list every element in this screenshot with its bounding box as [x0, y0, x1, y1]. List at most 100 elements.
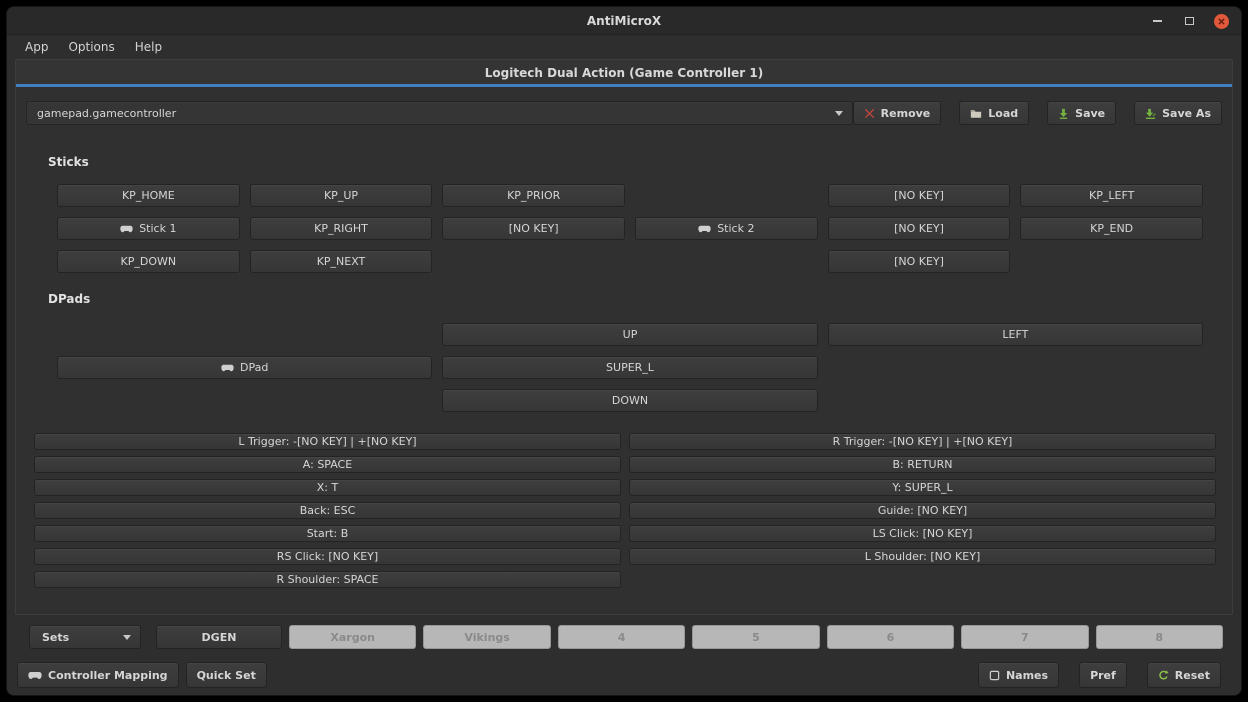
controller-mapping-button[interactable]: Controller Mapping — [17, 662, 179, 688]
stick1-down-right-button[interactable]: KP_NEXT — [250, 250, 433, 273]
gamepad-icon — [698, 225, 711, 233]
b-button[interactable]: B: RETURN — [629, 456, 1216, 473]
dpad-right-button[interactable]: SUPER_L — [442, 356, 817, 379]
dpad-label: DPad — [240, 361, 268, 374]
dpad-up-button[interactable]: UP — [442, 323, 817, 346]
set-tab-6[interactable]: 6 — [827, 625, 954, 649]
l-trigger-button[interactable]: L Trigger: -[NO KEY] | +[NO KEY] — [34, 433, 621, 450]
r-shoulder-button[interactable]: R Shoulder: SPACE — [34, 571, 621, 588]
quick-set-label: Quick Set — [197, 669, 256, 682]
set-tab-1[interactable]: DGEN — [156, 625, 282, 649]
footer-left-group: Controller Mapping Quick Set — [17, 662, 267, 688]
window-title: AntiMicroX — [7, 7, 1241, 35]
ls-click-button[interactable]: LS Click: [NO KEY] — [629, 525, 1216, 542]
profile-actions: Remove Load Save Save As — [853, 101, 1222, 125]
gamepad-icon — [28, 671, 42, 680]
stick1-right-button[interactable]: KP_RIGHT — [250, 217, 433, 240]
stick2-left-button[interactable]: [NO KEY] — [442, 217, 625, 240]
profile-row: gamepad.gamecontroller Remove Load Save — [26, 101, 1222, 125]
maximize-button[interactable] — [1177, 9, 1201, 33]
gamepad-icon — [120, 225, 133, 233]
stick2-button[interactable]: Stick 2 — [635, 217, 818, 240]
menu-help[interactable]: Help — [127, 37, 170, 57]
minimize-button[interactable] — [1145, 9, 1169, 33]
remove-button-label: Remove — [881, 107, 931, 120]
dpads-heading: DPads — [48, 292, 90, 306]
sets-row: Sets DGEN Xargon Vikings 4 5 6 7 8 — [29, 625, 1223, 649]
window-controls — [1145, 7, 1233, 35]
controller-mapping-label: Controller Mapping — [48, 669, 168, 682]
a-button[interactable]: A: SPACE — [34, 456, 621, 473]
footer-bar: Controller Mapping Quick Set Names Pref … — [17, 662, 1221, 688]
sticks-grid: KP_HOME KP_UP KP_PRIOR [NO KEY] KP_LEFT … — [57, 184, 1203, 273]
profile-select[interactable]: gamepad.gamecontroller — [26, 101, 853, 125]
stick2-right-button[interactable]: [NO KEY] — [828, 217, 1011, 240]
menu-app[interactable]: App — [17, 37, 56, 57]
y-button[interactable]: Y: SUPER_L — [629, 479, 1216, 496]
stick1-button[interactable]: Stick 1 — [57, 217, 240, 240]
set-tab-7[interactable]: 7 — [961, 625, 1088, 649]
set-tab-2[interactable]: Xargon — [289, 625, 416, 649]
menu-options[interactable]: Options — [60, 37, 122, 57]
close-button[interactable] — [1209, 9, 1233, 33]
sets-select[interactable]: Sets — [29, 625, 141, 649]
stick1-up-left-button[interactable]: KP_HOME — [57, 184, 240, 207]
save-as-button-label: Save As — [1162, 107, 1211, 120]
remove-button[interactable]: Remove — [853, 101, 942, 125]
titlebar[interactable]: AntiMicroX — [7, 7, 1241, 35]
dpad-left-button[interactable]: LEFT — [828, 323, 1203, 346]
stick2-label: Stick 2 — [717, 222, 754, 235]
set-tab-5[interactable]: 5 — [692, 625, 819, 649]
mapping-column-right: R Trigger: -[NO KEY] | +[NO KEY] B: RETU… — [629, 433, 1216, 565]
r-trigger-button[interactable]: R Trigger: -[NO KEY] | +[NO KEY] — [629, 433, 1216, 450]
guide-button[interactable]: Guide: [NO KEY] — [629, 502, 1216, 519]
menubar: App Options Help — [7, 35, 1241, 59]
pref-button[interactable]: Pref — [1079, 662, 1127, 688]
chevron-down-icon — [835, 111, 843, 116]
set-tab-3[interactable]: Vikings — [423, 625, 550, 649]
load-button-label: Load — [988, 107, 1018, 120]
gamepad-icon — [221, 364, 234, 372]
set-tab-8[interactable]: 8 — [1096, 625, 1223, 649]
stick1-up-button[interactable]: KP_UP — [250, 184, 433, 207]
dpad-down-button[interactable]: DOWN — [442, 389, 817, 412]
quick-set-button[interactable]: Quick Set — [186, 662, 267, 688]
profile-select-value: gamepad.gamecontroller — [37, 107, 176, 120]
dpad-button[interactable]: DPad — [57, 356, 432, 379]
pref-label: Pref — [1090, 669, 1116, 682]
stick2-up-button[interactable]: [NO KEY] — [828, 184, 1011, 207]
tab-controller[interactable]: Logitech Dual Action (Game Controller 1) — [16, 60, 1232, 87]
maximize-icon — [1185, 17, 1194, 25]
save-button[interactable]: Save — [1047, 101, 1116, 125]
mapping-column-left: L Trigger: -[NO KEY] | +[NO KEY] A: SPAC… — [34, 433, 621, 588]
reset-label: Reset — [1175, 669, 1210, 682]
save-button-label: Save — [1075, 107, 1105, 120]
controller-frame: Logitech Dual Action (Game Controller 1)… — [15, 59, 1233, 615]
l-shoulder-button[interactable]: L Shoulder: [NO KEY] — [629, 548, 1216, 565]
minimize-icon — [1153, 20, 1162, 22]
save-as-icon — [1145, 108, 1156, 119]
save-as-button[interactable]: Save As — [1134, 101, 1222, 125]
names-icon — [989, 670, 1000, 681]
stick1-left-button[interactable]: KP_LEFT — [1020, 184, 1203, 207]
chevron-down-icon — [123, 635, 131, 640]
start-button[interactable]: Start: B — [34, 525, 621, 542]
stick1-down-left-button[interactable]: KP_END — [1020, 217, 1203, 240]
dpad-grid: UP LEFT DPad SUPER_L DOWN — [57, 323, 1203, 412]
stick2-down-button[interactable]: [NO KEY] — [828, 250, 1011, 273]
names-button[interactable]: Names — [978, 662, 1059, 688]
set-tab-4[interactable]: 4 — [558, 625, 685, 649]
load-button[interactable]: Load — [959, 101, 1029, 125]
back-button[interactable]: Back: ESC — [34, 502, 621, 519]
rs-click-button[interactable]: RS Click: [NO KEY] — [34, 548, 621, 565]
button-mapping-list: L Trigger: -[NO KEY] | +[NO KEY] A: SPAC… — [34, 433, 1216, 588]
stick1-label: Stick 1 — [139, 222, 176, 235]
reset-button[interactable]: Reset — [1147, 662, 1221, 688]
x-button[interactable]: X: T — [34, 479, 621, 496]
remove-icon — [864, 108, 875, 119]
stick1-down-button[interactable]: KP_DOWN — [57, 250, 240, 273]
stick1-up-right-button[interactable]: KP_PRIOR — [442, 184, 625, 207]
sticks-heading: Sticks — [48, 155, 89, 169]
footer-right-group: Names Pref Reset — [978, 662, 1221, 688]
save-icon — [1058, 108, 1069, 119]
